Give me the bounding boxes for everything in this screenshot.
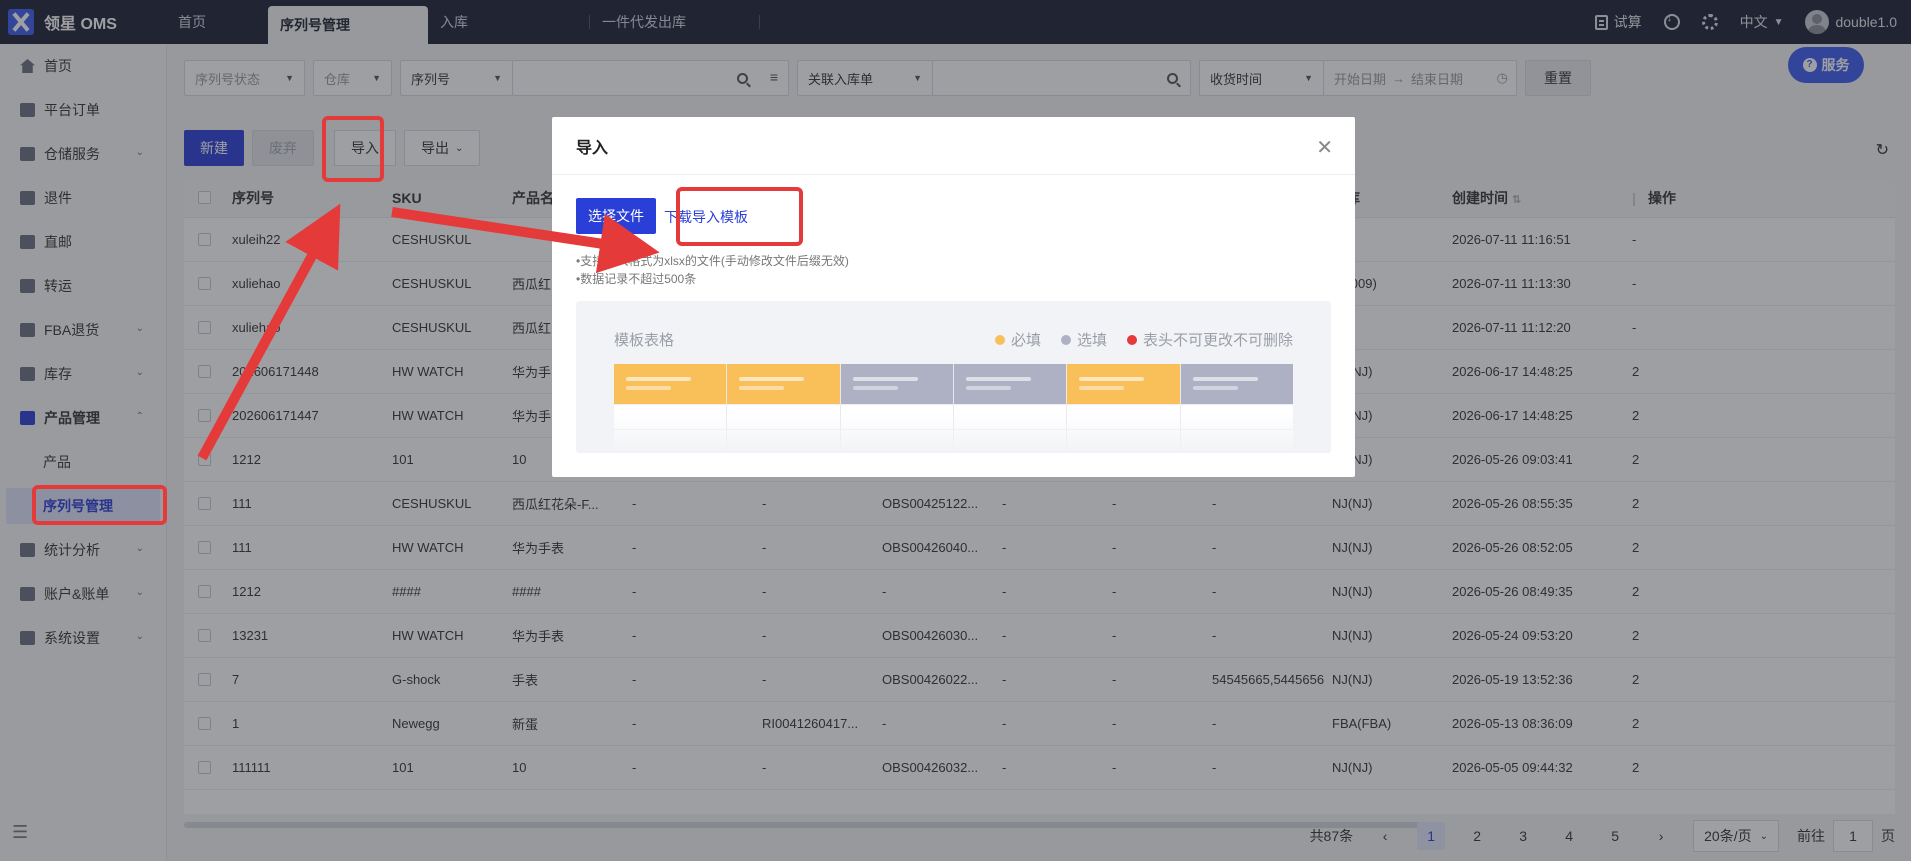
arrow-to-import: [197, 203, 341, 461]
annotation-arrows: [197, 203, 660, 461]
arrow-to-template: [391, 207, 660, 274]
